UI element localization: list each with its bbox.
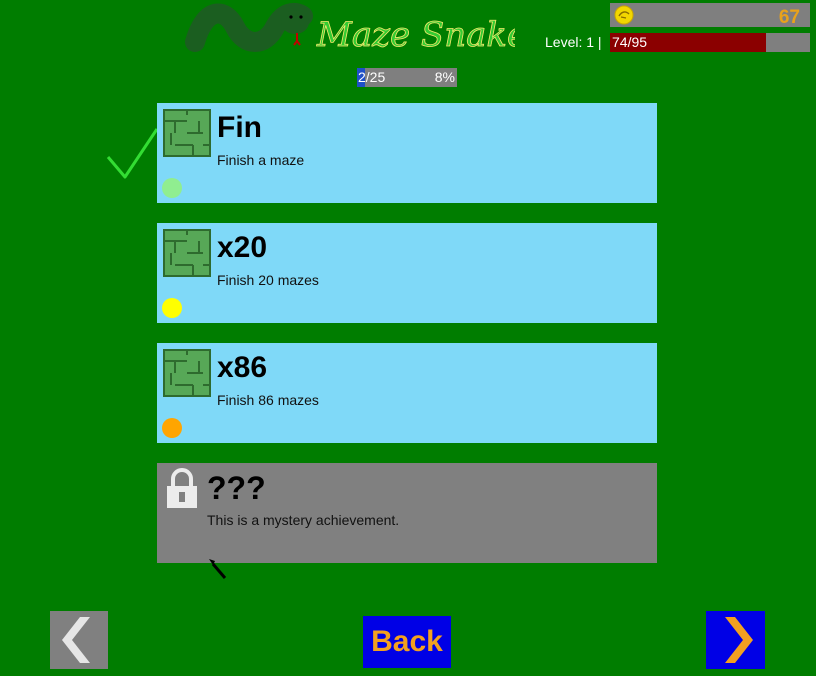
maze-icon: [163, 109, 211, 157]
progress-count: 2/25: [358, 69, 386, 85]
game-logo: Maze Snake: [185, 2, 515, 55]
achievement-card: Fin Finish a maze: [157, 103, 657, 203]
achievement-description: Finish 20 mazes: [217, 272, 319, 288]
achievement-title: x86: [217, 351, 268, 384]
cursor-icon: [209, 559, 227, 579]
locked-achievement-card: ??? This is a mystery achievement.: [157, 463, 657, 563]
maze-icon: [163, 229, 211, 277]
coin-count: 67: [778, 7, 800, 28]
coin-icon: [614, 5, 634, 25]
achievement-title: Fin: [217, 111, 262, 144]
back-button-label: Back: [371, 625, 443, 658]
achievement-description: Finish a maze: [217, 152, 305, 168]
chevron-right-icon: [725, 617, 753, 663]
achievement-description: This is a mystery achievement.: [207, 512, 400, 528]
achievement-title: x20: [217, 231, 268, 264]
tier-dot: [162, 418, 182, 438]
checkmark-icon: [106, 128, 159, 179]
level-label: Level: 1 |: [545, 34, 602, 50]
progress-percent: 8%: [434, 69, 455, 85]
achievement-progress-bar: 2/25 8%: [357, 68, 457, 87]
lock-icon: [167, 468, 197, 508]
achievement-card: x86 Finish 86 mazes: [157, 343, 657, 443]
achievement-card: x20 Finish 20 mazes: [157, 223, 657, 323]
xp-text: 74/95: [612, 34, 648, 50]
maze-icon: [163, 349, 211, 397]
logo-text: Maze Snake: [316, 15, 515, 55]
achievement-description: Finish 86 mazes: [217, 392, 319, 408]
tier-dot: [162, 178, 182, 198]
xp-bar: 74/95: [610, 33, 810, 52]
tier-dot: [162, 298, 182, 318]
previous-page-button[interactable]: [50, 611, 108, 669]
chevron-left-icon: [62, 617, 90, 663]
achievement-title: ???: [207, 470, 266, 506]
next-page-button[interactable]: [706, 611, 765, 669]
back-button[interactable]: Back: [363, 616, 451, 668]
coin-bar: 67: [610, 3, 810, 28]
